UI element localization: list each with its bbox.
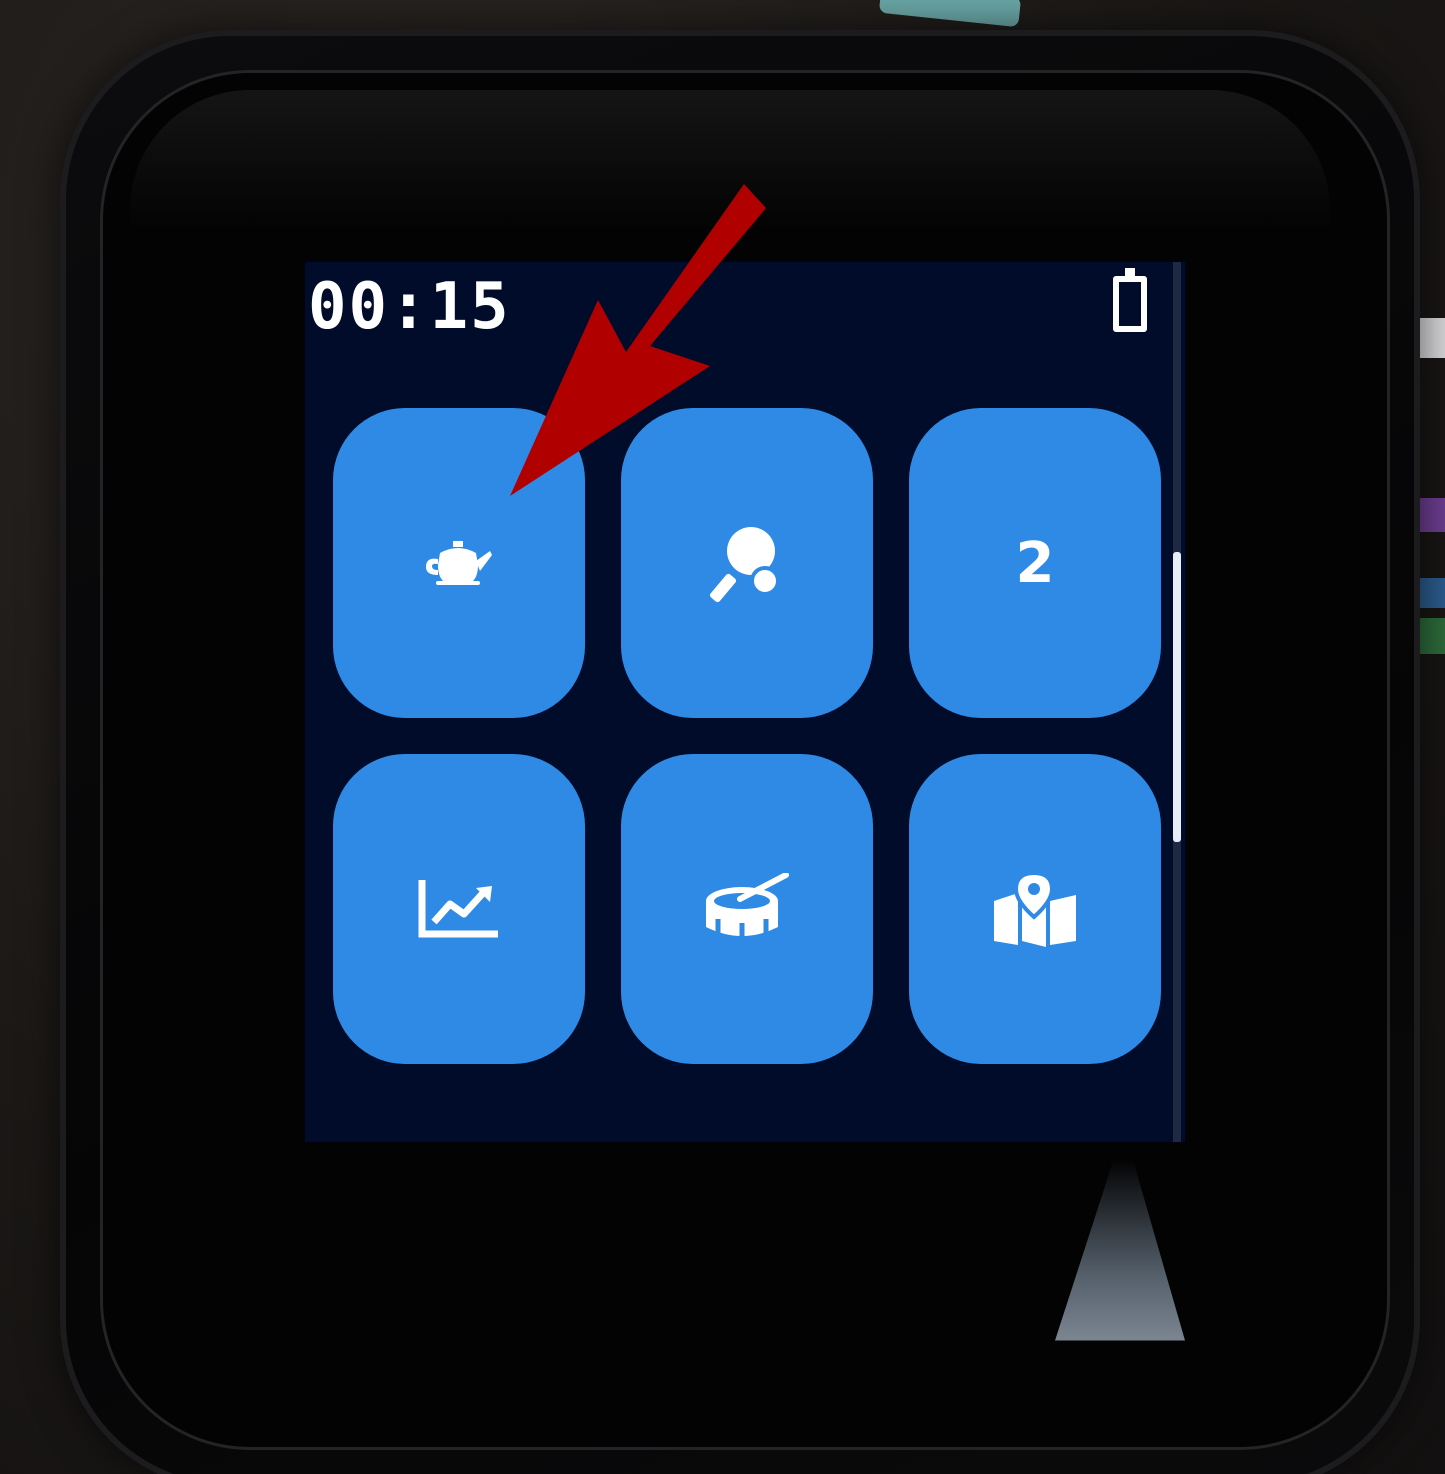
app-tile-number[interactable]: 2 [909,408,1161,718]
app-tile-ping-pong[interactable] [621,408,873,718]
cable-clip [878,0,1022,28]
chart-line-icon [418,880,498,938]
scrollbar-thumb[interactable] [1173,552,1181,842]
app-tile-drum[interactable] [621,754,873,1064]
glass-reflection [130,90,1330,230]
app-tile-teapot[interactable] [333,408,585,718]
ping-pong-icon [709,527,780,603]
map-location-icon [994,871,1076,947]
clock: 00:15 [308,270,511,344]
teapot-icon [426,541,492,585]
app-tile-map[interactable] [909,754,1161,1064]
drum-icon [706,873,789,939]
status-bar: 00:15 [305,262,1185,357]
watch-screen: 00:15 2 [305,262,1185,1142]
battery-icon [1113,268,1147,332]
tile-number-label: 2 [1015,530,1055,596]
app-tile-chart[interactable] [333,754,585,1064]
photo-background: 00:15 2 [0,0,1445,1474]
app-grid: 2 [333,408,1163,1064]
